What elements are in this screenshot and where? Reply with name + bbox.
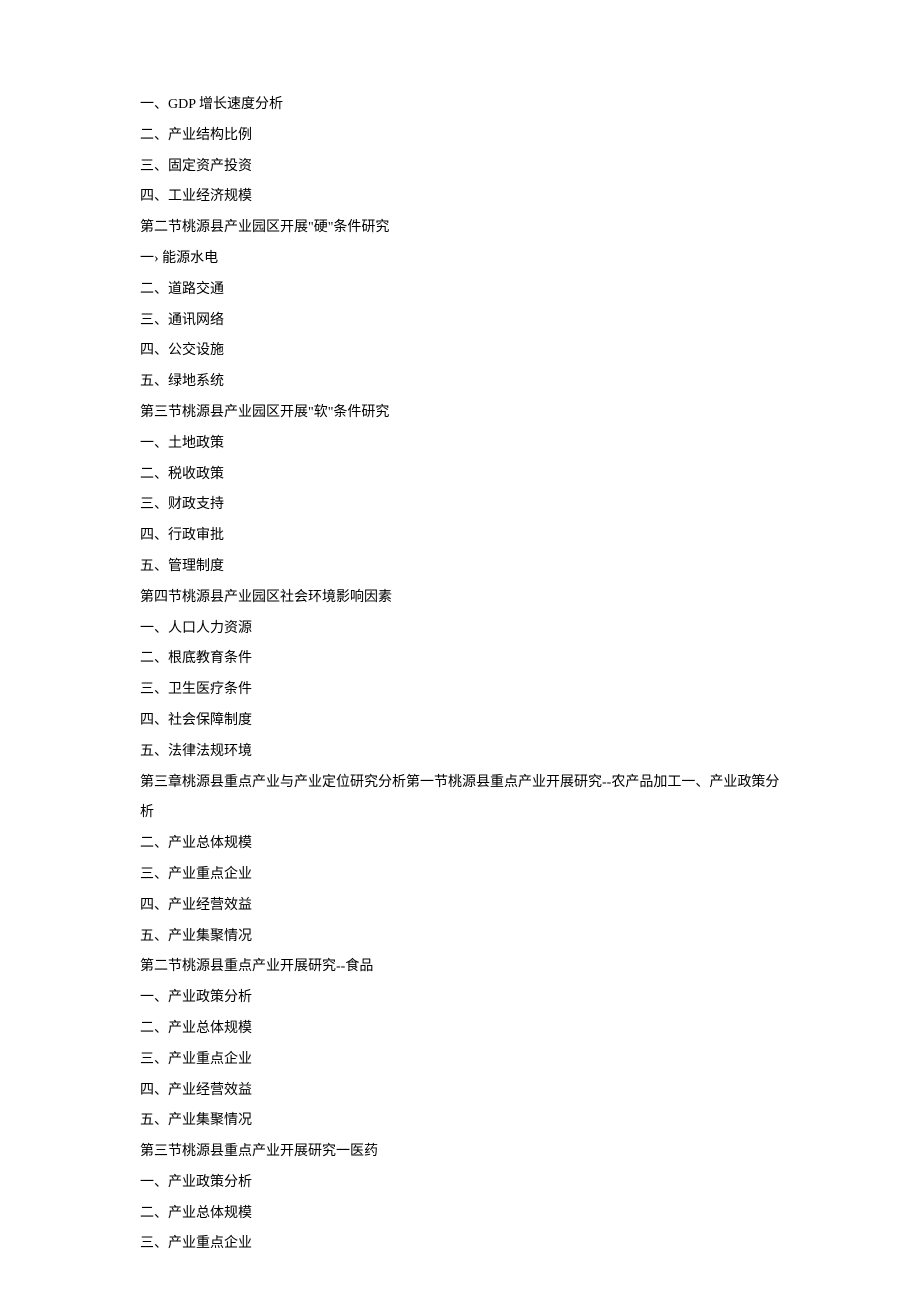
toc-line: 一、产业政策分析 [140, 983, 780, 1014]
toc-line: 五、产业集聚情况 [140, 922, 780, 953]
toc-line: 四、工业经济规模 [140, 182, 780, 213]
toc-line: 五、产业集聚情况 [140, 1106, 780, 1137]
toc-line: 五、法律法规环境 [140, 737, 780, 768]
toc-line: 一› 能源水电 [140, 244, 780, 275]
toc-line: 四、产业经营效益 [140, 891, 780, 922]
toc-line: 三、卫生医疗条件 [140, 675, 780, 706]
toc-line: 五、管理制度 [140, 552, 780, 583]
toc-line: 二、税收政策 [140, 460, 780, 491]
toc-line: 三、产业重点企业 [140, 1229, 780, 1260]
toc-line: 三、财政支持 [140, 490, 780, 521]
toc-line: 三、产业重点企业 [140, 860, 780, 891]
toc-line: 二、道路交通 [140, 275, 780, 306]
toc-line: 第三章桃源县重点产业与产业定位研究分析第一节桃源县重点产业开展研究--农产品加工… [140, 768, 780, 830]
toc-line: 四、行政审批 [140, 521, 780, 552]
toc-line: 四、产业经营效益 [140, 1076, 780, 1107]
toc-line: 五、绿地系统 [140, 367, 780, 398]
document-content: 一、GDP 增长速度分析 二、产业结构比例 三、固定资产投资 四、工业经济规模 … [140, 90, 780, 1260]
toc-line: 第三节桃源县重点产业开展研究一医药 [140, 1137, 780, 1168]
toc-line: 一、土地政策 [140, 429, 780, 460]
toc-line: 二、产业总体规模 [140, 829, 780, 860]
toc-line: 一、产业政策分析 [140, 1168, 780, 1199]
toc-line: 四、公交设施 [140, 336, 780, 367]
toc-line: 三、产业重点企业 [140, 1045, 780, 1076]
toc-line: 第二节桃源县重点产业开展研究--食品 [140, 952, 780, 983]
toc-line: 四、社会保障制度 [140, 706, 780, 737]
toc-line: 二、产业总体规模 [140, 1199, 780, 1230]
toc-line: 一、GDP 增长速度分析 [140, 90, 780, 121]
toc-line: 三、固定资产投资 [140, 152, 780, 183]
toc-line: 第三节桃源县产业园区开展"软"条件研究 [140, 398, 780, 429]
toc-line: 一、人口人力资源 [140, 614, 780, 645]
toc-line: 二、产业总体规模 [140, 1014, 780, 1045]
toc-line: 第四节桃源县产业园区社会环境影响因素 [140, 583, 780, 614]
toc-line: 三、通讯网络 [140, 306, 780, 337]
toc-line: 第二节桃源县产业园区开展"硬"条件研究 [140, 213, 780, 244]
toc-line: 二、根底教育条件 [140, 644, 780, 675]
toc-line: 二、产业结构比例 [140, 121, 780, 152]
